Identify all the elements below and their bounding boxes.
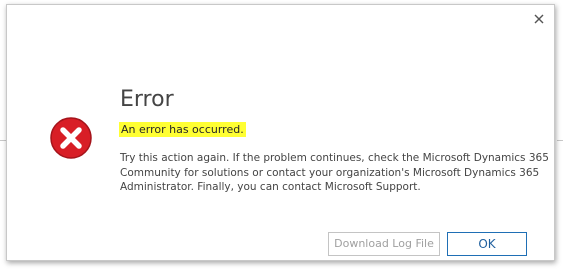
error-message: Try this action again. If the problem co…: [120, 152, 549, 193]
error-icon: [49, 116, 93, 160]
screen: Error An error has occurred. Try this ac…: [0, 0, 563, 270]
background-divider: [557, 140, 563, 141]
error-dialog: Error An error has occurred. Try this ac…: [6, 4, 555, 261]
error-subtitle: An error has occurred.: [119, 122, 246, 137]
close-icon[interactable]: [529, 9, 549, 29]
dialog-title: Error: [120, 87, 174, 112]
ok-button[interactable]: OK: [447, 232, 527, 256]
download-log-file-button[interactable]: Download Log File: [328, 232, 440, 256]
